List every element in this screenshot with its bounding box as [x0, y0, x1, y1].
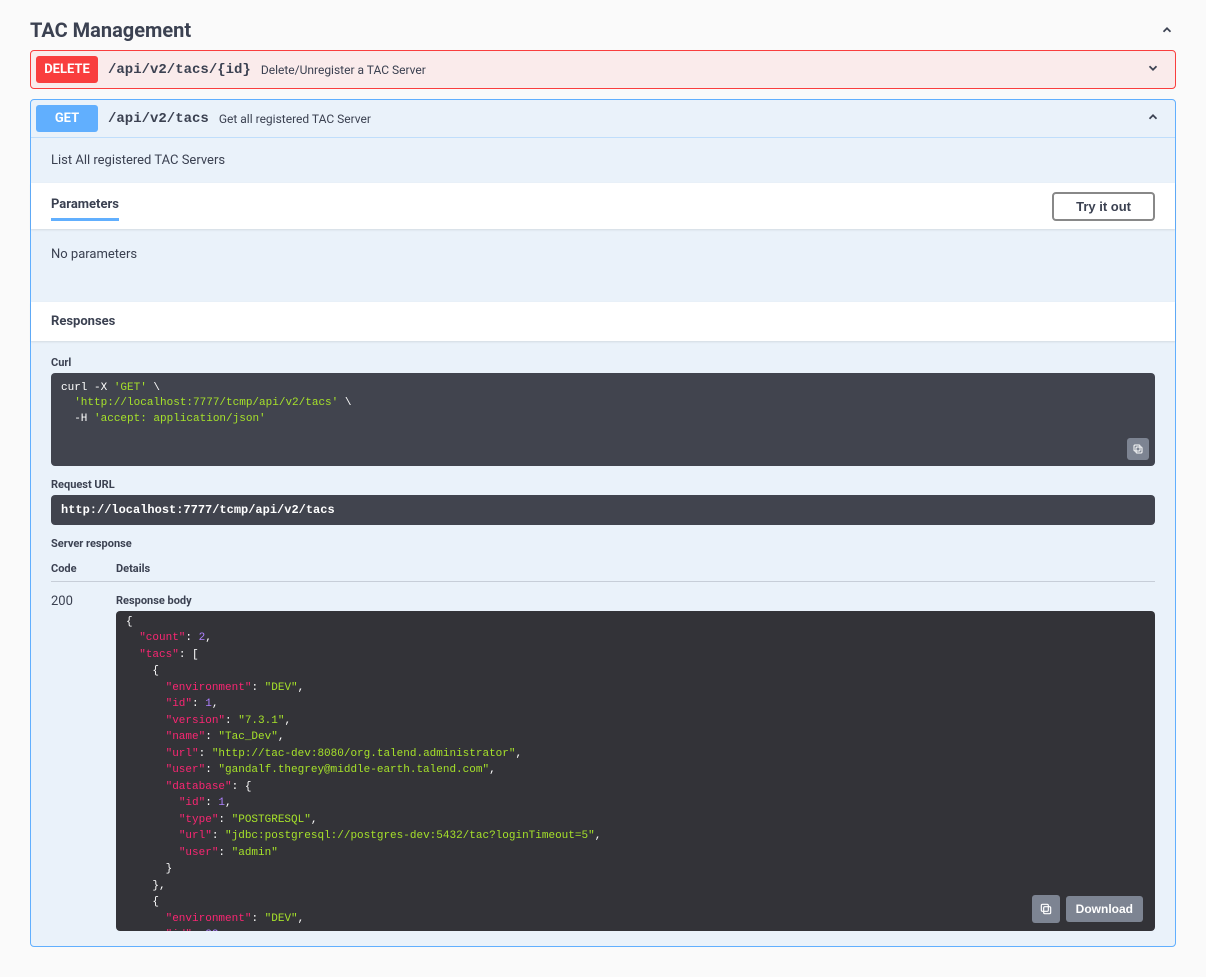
method-badge-get: GET	[36, 105, 98, 132]
endpoint-get-summary-text: Get all registered TAC Server	[219, 112, 1136, 126]
details-column-header: Details	[116, 562, 1155, 575]
chevron-up-icon	[1136, 110, 1170, 128]
copy-response-button[interactable]	[1032, 895, 1060, 923]
section-title: TAC Management	[30, 18, 191, 42]
endpoint-delete-path: /api/v2/tacs/{id}	[108, 62, 251, 78]
endpoint-get-path: /api/v2/tacs	[108, 111, 209, 127]
endpoint-description: List All registered TAC Servers	[31, 138, 1175, 183]
endpoint-delete: DELETE /api/v2/tacs/{id} Delete/Unregist…	[30, 50, 1176, 89]
server-response-label: Server response	[51, 537, 1155, 550]
response-body-content[interactable]: { "count": 2, "tacs": [ { "environment":…	[116, 611, 1155, 931]
request-url-box: http://localhost:7777/tcmp/api/v2/tacs	[51, 495, 1155, 525]
method-badge-delete: DELETE	[36, 56, 98, 83]
request-url-label: Request URL	[51, 478, 1155, 491]
download-button[interactable]: Download	[1066, 896, 1143, 922]
try-it-out-button[interactable]: Try it out	[1052, 192, 1155, 221]
response-code: 200	[51, 594, 116, 931]
response-row: 200 Response body { "count": 2, "tacs": …	[51, 582, 1155, 931]
parameters-tab[interactable]: Parameters	[51, 191, 119, 221]
no-parameters-text: No parameters	[31, 229, 1175, 302]
section-header[interactable]: TAC Management	[30, 10, 1176, 50]
chevron-down-icon	[1136, 61, 1170, 79]
chevron-up-icon	[1158, 21, 1176, 39]
responses-header: Responses	[31, 302, 1175, 341]
copy-curl-button[interactable]	[1127, 438, 1149, 460]
code-column-header: Code	[51, 562, 116, 575]
response-body-label: Response body	[116, 594, 1155, 607]
endpoint-delete-summary-text: Delete/Unregister a TAC Server	[261, 63, 1136, 77]
endpoint-delete-summary[interactable]: DELETE /api/v2/tacs/{id} Delete/Unregist…	[31, 51, 1175, 88]
endpoint-get: GET /api/v2/tacs Get all registered TAC …	[30, 99, 1176, 947]
curl-command-box: curl -X 'GET' \ 'http://localhost:7777/t…	[51, 373, 1155, 466]
curl-label: Curl	[51, 356, 1155, 369]
endpoint-get-summary[interactable]: GET /api/v2/tacs Get all registered TAC …	[31, 100, 1175, 137]
